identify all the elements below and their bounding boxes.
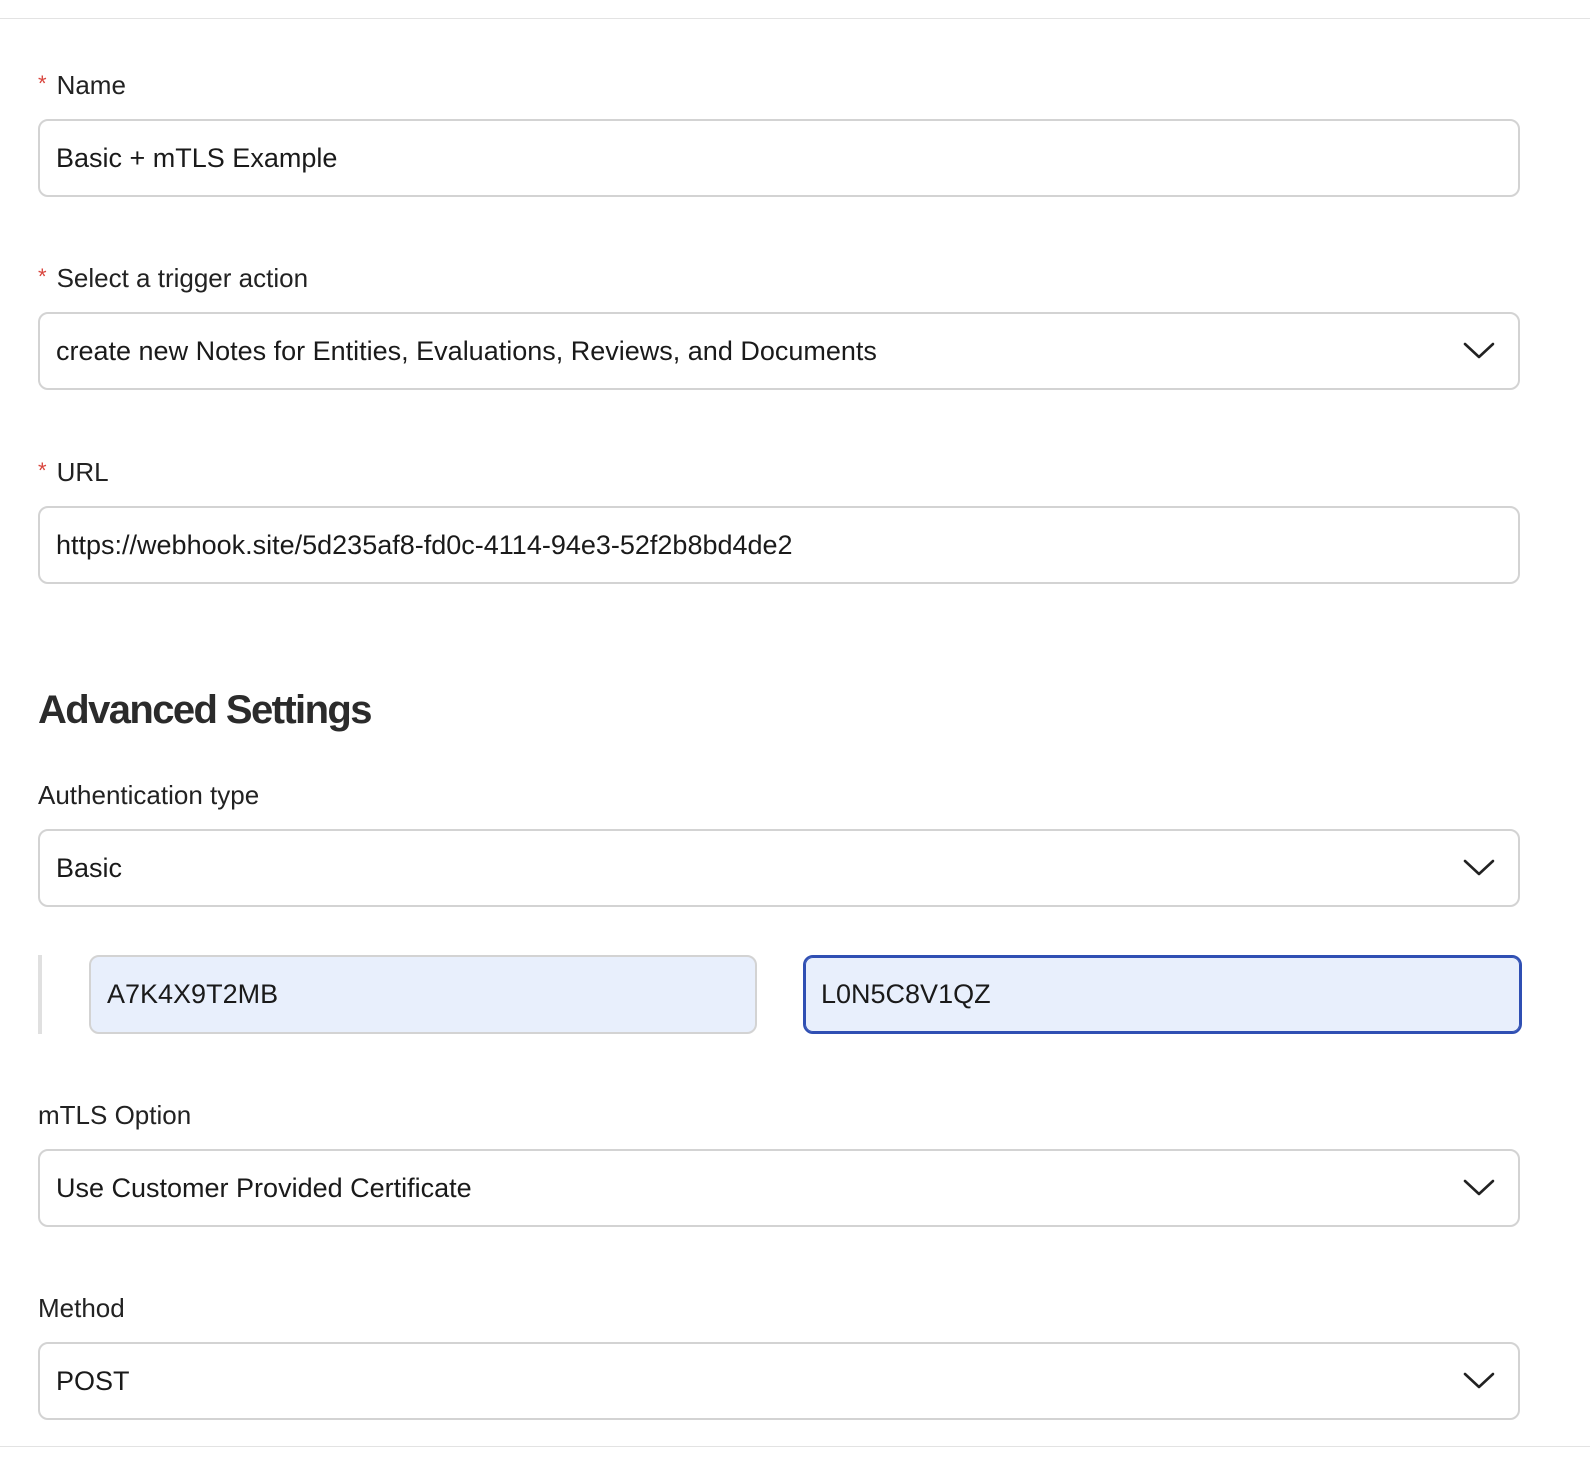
trigger-action-label: * Select a trigger action xyxy=(38,263,309,293)
mtls-option-value: Use Customer Provided Certificate xyxy=(56,1172,472,1203)
required-marker: * xyxy=(38,264,47,289)
chevron-down-icon xyxy=(1462,341,1496,361)
credentials-group-indicator xyxy=(38,955,42,1034)
chevron-down-icon xyxy=(1462,858,1496,878)
chevron-down-icon xyxy=(1462,1178,1496,1198)
chevron-down-icon xyxy=(1462,1371,1496,1391)
url-label: * URL xyxy=(38,457,109,487)
name-input[interactable]: Basic + mTLS Example xyxy=(38,119,1520,197)
advanced-settings-heading: Advanced Settings xyxy=(38,688,372,732)
bottom-divider xyxy=(0,1446,1590,1447)
authentication-type-label: Authentication type xyxy=(38,780,260,810)
password-input[interactable]: L0N5C8V1QZ xyxy=(803,955,1522,1034)
url-input[interactable]: https://webhook.site/5d235af8-fd0c-4114-… xyxy=(38,506,1520,584)
top-divider xyxy=(0,18,1590,19)
method-label: Method xyxy=(38,1293,125,1323)
url-input-value: https://webhook.site/5d235af8-fd0c-4114-… xyxy=(56,529,793,560)
trigger-action-select[interactable]: create new Notes for Entities, Evaluatio… xyxy=(38,312,1520,390)
username-input[interactable]: A7K4X9T2MB xyxy=(89,955,757,1034)
trigger-action-value: create new Notes for Entities, Evaluatio… xyxy=(56,335,877,366)
method-value: POST xyxy=(56,1365,130,1396)
authentication-type-select[interactable]: Basic xyxy=(38,829,1520,907)
password-input-value: L0N5C8V1QZ xyxy=(821,979,991,1009)
method-select[interactable]: POST xyxy=(38,1342,1520,1420)
username-input-value: A7K4X9T2MB xyxy=(107,979,279,1009)
required-marker: * xyxy=(38,71,47,96)
name-input-value: Basic + mTLS Example xyxy=(56,142,338,173)
name-label: * Name xyxy=(38,70,126,100)
required-marker: * xyxy=(38,458,47,483)
mtls-option-select[interactable]: Use Customer Provided Certificate xyxy=(38,1149,1520,1227)
mtls-option-label: mTLS Option xyxy=(38,1100,192,1130)
authentication-type-value: Basic xyxy=(56,852,123,883)
